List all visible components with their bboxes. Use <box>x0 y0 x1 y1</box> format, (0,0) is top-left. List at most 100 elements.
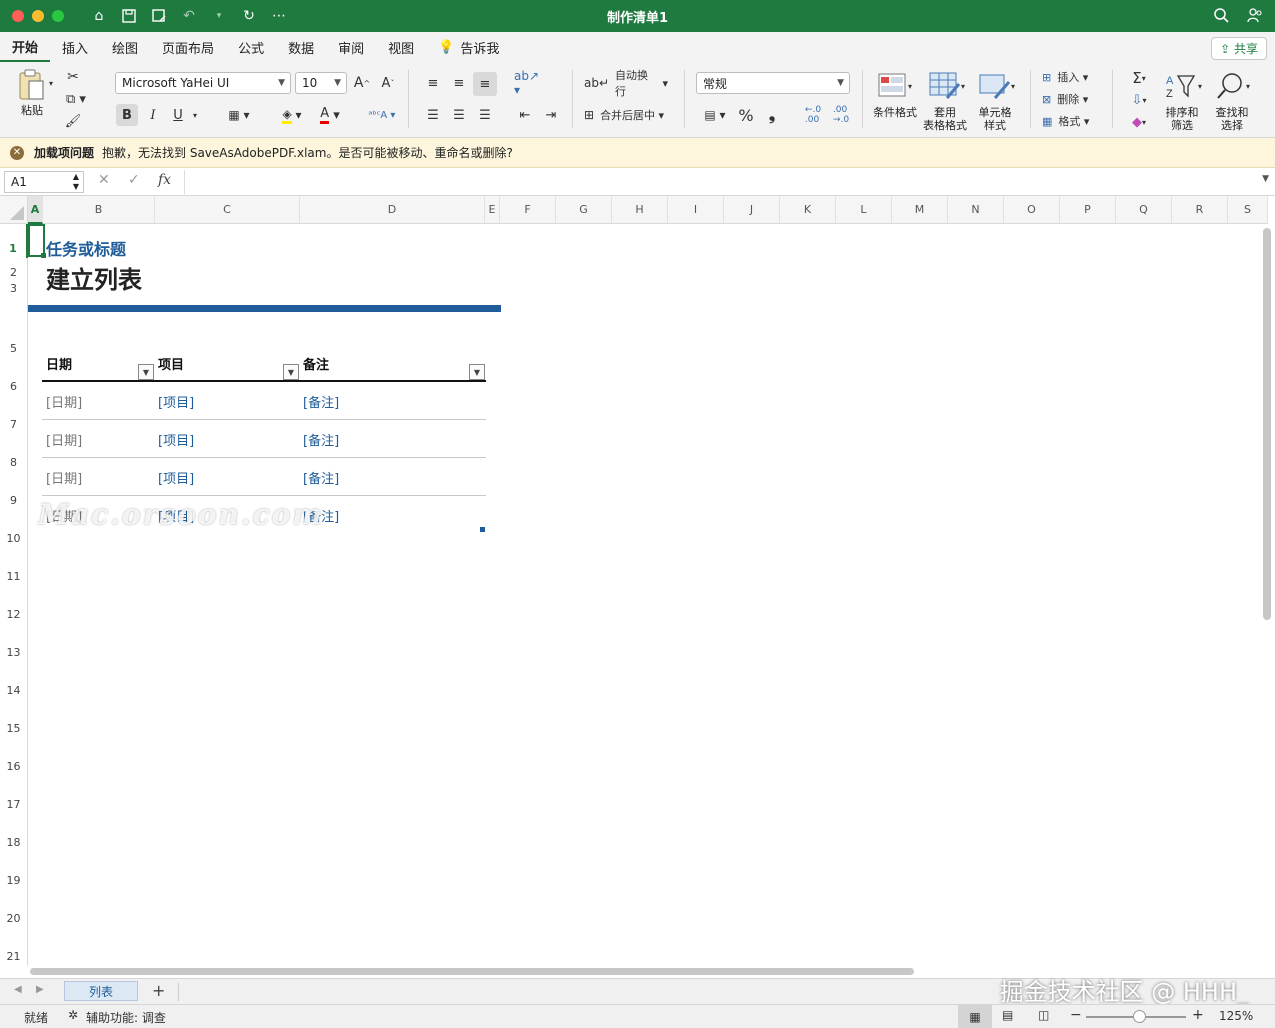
row-header-7[interactable]: 7 <box>0 396 28 434</box>
scroll-left-icon[interactable]: ◀ <box>14 984 22 995</box>
header-date[interactable]: 日期 <box>46 354 72 373</box>
row-header-3[interactable]: 3 <box>0 282 28 298</box>
tab-home[interactable]: 开始 <box>0 32 51 62</box>
borders-icon[interactable]: ▦ ▾ <box>222 106 256 124</box>
copy-icon[interactable]: ⧉ ▾ <box>62 90 90 108</box>
cell-date[interactable]: [日期] <box>46 392 82 411</box>
delete-cells-button[interactable]: ⊠ 删除 ▾ <box>1042 90 1104 108</box>
horizontal-scrollbar[interactable] <box>30 968 914 975</box>
zoom-level[interactable]: 125% <box>1219 1009 1253 1023</box>
formula-input[interactable] <box>184 170 1254 194</box>
tab-formulas[interactable]: 公式 <box>226 32 276 62</box>
column-header-b[interactable]: B <box>43 196 155 224</box>
cell-item[interactable]: [项目] <box>158 392 194 411</box>
redo-icon[interactable]: ↻ <box>240 7 258 25</box>
column-header-l[interactable]: L <box>836 196 892 224</box>
tab-insert[interactable]: 插入 <box>50 32 100 62</box>
scroll-right-icon[interactable]: ▶ <box>36 984 44 995</box>
share-button[interactable]: ⇪ 共享 <box>1211 37 1267 60</box>
font-name-select[interactable]: Microsoft YaHei UI ▼ <box>115 72 291 94</box>
row-header-6[interactable]: 6 <box>0 358 28 396</box>
number-format-select[interactable]: 常规 ▼ <box>696 72 850 94</box>
cell-notes[interactable]: [备注] <box>303 392 339 411</box>
accessibility-icon[interactable]: ✲ <box>68 1008 78 1022</box>
close-window-button[interactable] <box>12 10 24 22</box>
row-header-20[interactable]: 20 <box>0 890 28 928</box>
format-as-table-icon[interactable]: ▾ <box>924 70 970 102</box>
cell-item[interactable]: [项目] <box>158 430 194 449</box>
chevron-down-icon[interactable]: ▾ <box>210 7 228 25</box>
find-select-icon[interactable]: ▾ <box>1210 70 1256 102</box>
tab-page-layout[interactable]: 页面布局 <box>150 32 226 62</box>
paste-button[interactable] <box>14 68 48 102</box>
row-header-17[interactable]: 17 <box>0 776 28 814</box>
bold-button[interactable]: B <box>116 104 138 126</box>
column-header-c[interactable]: C <box>155 196 300 224</box>
column-header-o[interactable]: O <box>1004 196 1060 224</box>
percent-button[interactable]: % <box>736 104 756 126</box>
align-middle-icon[interactable]: ≡ <box>448 72 470 94</box>
cell-notes[interactable]: [备注] <box>303 430 339 449</box>
filter-button-date[interactable]: ▼ <box>138 364 154 380</box>
merge-center-button[interactable]: ⊞ 合并后居中 ▾ <box>584 104 676 126</box>
column-header-q[interactable]: Q <box>1116 196 1172 224</box>
row-header-14[interactable]: 14 <box>0 662 28 700</box>
row-header-2[interactable]: 2 <box>0 258 28 282</box>
row-header-9[interactable]: 9 <box>0 472 28 510</box>
align-bottom-icon[interactable]: ≡ <box>473 72 497 96</box>
row-header-15[interactable]: 15 <box>0 700 28 738</box>
column-header-n[interactable]: N <box>948 196 1004 224</box>
format-painter-icon[interactable]: 🖌 <box>64 112 82 130</box>
row-header-1[interactable]: 1 <box>0 224 28 258</box>
error-icon[interactable]: ✕ <box>10 145 24 160</box>
row-header-8[interactable]: 8 <box>0 434 28 472</box>
sort-filter-icon[interactable]: A Z ▾ <box>1160 70 1206 102</box>
add-sheet-button[interactable]: + <box>152 981 165 1000</box>
row-header-18[interactable]: 18 <box>0 814 28 852</box>
align-left-icon[interactable]: ☰ <box>422 104 444 126</box>
fill-color-icon[interactable]: ◈ ▾ <box>276 104 308 126</box>
home-icon[interactable]: ⌂ <box>90 7 108 25</box>
phonetic-icon[interactable]: ᵃᵇᶜA ▾ <box>364 104 400 126</box>
column-header-s[interactable]: S <box>1228 196 1268 224</box>
accessibility-status[interactable]: 辅助功能: 调查 <box>86 1009 166 1026</box>
row-header-16[interactable]: 16 <box>0 738 28 776</box>
cancel-icon[interactable]: ✕ <box>98 172 110 188</box>
save-as-icon[interactable] <box>150 7 168 25</box>
chevron-down-icon[interactable]: ▾ <box>190 110 200 120</box>
worksheet-grid[interactable]: ABCDEFGHIJKLMNOPQRS 1 2 3 5 6 7 8 9 10 11 12 13 14 15… <box>0 196 1275 978</box>
tell-me[interactable]: 💡 告诉我 <box>426 32 511 62</box>
orientation-icon[interactable]: ab↗ ▾ <box>514 69 548 97</box>
column-header-d[interactable]: D <box>300 196 485 224</box>
column-header-m[interactable]: M <box>892 196 948 224</box>
insert-cells-button[interactable]: ⊞ 插入 ▾ <box>1042 68 1104 86</box>
page-layout-view-icon[interactable]: ▤ <box>1002 1008 1013 1022</box>
column-header-f[interactable]: F <box>500 196 556 224</box>
row-header-21[interactable]: 21 <box>0 928 28 966</box>
underline-button[interactable]: U <box>168 104 188 126</box>
tab-view[interactable]: 视图 <box>376 32 426 62</box>
cell-notes[interactable]: [备注] <box>303 468 339 487</box>
currency-icon[interactable]: ▤ ▾ <box>698 104 732 126</box>
undo-icon[interactable]: ↶ <box>180 7 198 25</box>
cell-date[interactable]: [日期] <box>46 430 82 449</box>
font-color-icon[interactable]: A ▾ <box>312 104 348 126</box>
column-header-p[interactable]: P <box>1060 196 1116 224</box>
format-cells-button[interactable]: ▦ 格式 ▾ <box>1042 112 1104 130</box>
tab-review[interactable]: 审阅 <box>326 32 376 62</box>
comma-button[interactable]: ❟ <box>762 104 782 126</box>
decrease-decimal-icon[interactable]: .00 →.0 <box>828 104 854 126</box>
row-header-19[interactable]: 19 <box>0 852 28 890</box>
column-header-k[interactable]: K <box>780 196 836 224</box>
autosum-icon[interactable]: Σ ▾ <box>1124 68 1154 88</box>
increase-decimal-icon[interactable]: ←.0.00 <box>800 104 826 126</box>
increase-font-icon[interactable]: A ^ <box>352 72 372 94</box>
zoom-in-icon[interactable]: + <box>1192 1007 1204 1023</box>
search-icon[interactable] <box>1213 7 1229 26</box>
column-header-i[interactable]: I <box>668 196 724 224</box>
increase-indent-icon[interactable]: ⇥ <box>540 104 562 126</box>
cell-item[interactable]: [项目] <box>158 468 194 487</box>
cell-styles-icon[interactable]: ▾ <box>974 70 1020 102</box>
header-notes[interactable]: 备注 <box>303 354 329 373</box>
align-right-icon[interactable]: ☰ <box>474 104 496 126</box>
